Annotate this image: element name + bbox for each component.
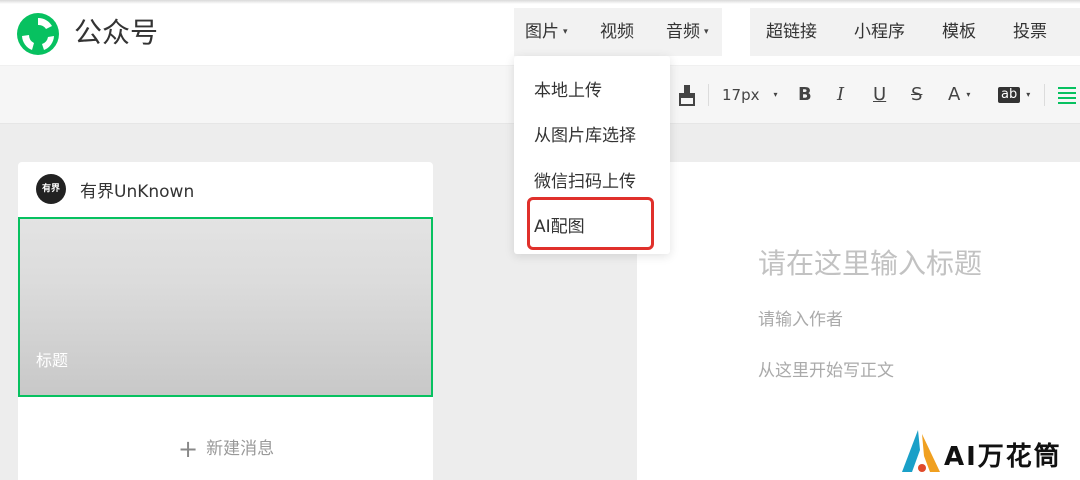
watermark-logo-icon [902,430,940,472]
avatar: 有界 [36,174,66,204]
article-list-panel: 有界 有界UnKnown 标题 + 新建消息 [18,162,433,480]
font-size-value: 17px [722,86,760,104]
nav-audio[interactable]: 音频 ▾ [666,10,709,54]
nav-mini-program[interactable]: 小程序 [854,10,905,54]
plus-icon: + [178,435,199,463]
nav-audio-label: 音频 [666,22,700,42]
menu-item-image-library[interactable]: 从图片库选择 [534,121,636,146]
nav-template[interactable]: 模板 [942,10,976,54]
toolbar-divider [1044,84,1045,106]
body-input[interactable]: 从这里开始写正文 [758,356,894,381]
chevron-down-icon: ▾ [1026,90,1031,99]
chevron-down-icon: ▾ [704,27,709,37]
author-input[interactable]: 请输入作者 [758,305,843,330]
nav-hyperlink[interactable]: 超链接 [766,10,817,54]
nav-video[interactable]: 视频 [600,10,634,54]
font-size-select[interactable]: 17px ▾ [722,82,778,108]
font-color-button[interactable]: A ▾ [948,82,970,108]
align-icon[interactable] [1058,85,1076,105]
avatar-text: 有界 [41,184,60,194]
format-painter-icon[interactable] [678,84,696,106]
title-input[interactable]: 请在这里输入标题 [758,242,982,282]
bg-color-label: ab [998,87,1021,103]
header-shadow [0,0,1080,4]
nav-vote[interactable]: 投票 [1013,10,1047,54]
official-account-logo-icon [17,13,59,55]
article-title: 标题 [36,351,69,370]
nav-image-label: 图片 [525,22,559,42]
font-color-label: A [948,84,961,105]
new-message-button[interactable]: + 新建消息 [178,434,274,463]
brand-title: 公众号 [74,16,159,49]
chevron-down-icon: ▾ [966,90,971,99]
strikethrough-button[interactable]: S [911,82,922,108]
background-color-button[interactable]: ab ▾ [998,82,1030,108]
bold-button[interactable]: B [798,82,812,108]
chevron-down-icon: ▾ [773,90,778,99]
chevron-down-icon: ▾ [563,27,568,37]
watermark: AI万花筒 [900,428,1080,476]
highlight-annotation [527,197,654,250]
menu-item-local-upload[interactable]: 本地上传 [534,76,602,101]
watermark-text: AI万花筒 [944,442,1062,472]
toolbar-divider [708,84,709,106]
underline-button[interactable]: U [873,82,886,108]
new-message-label: 新建消息 [206,439,275,459]
account-name: 有界UnKnown [80,182,195,202]
article-cover-card[interactable]: 标题 [18,217,433,397]
nav-image[interactable]: 图片 ▾ [525,10,568,54]
italic-button[interactable]: I [837,82,844,108]
menu-item-wechat-scan-upload[interactable]: 微信扫码上传 [534,167,636,192]
